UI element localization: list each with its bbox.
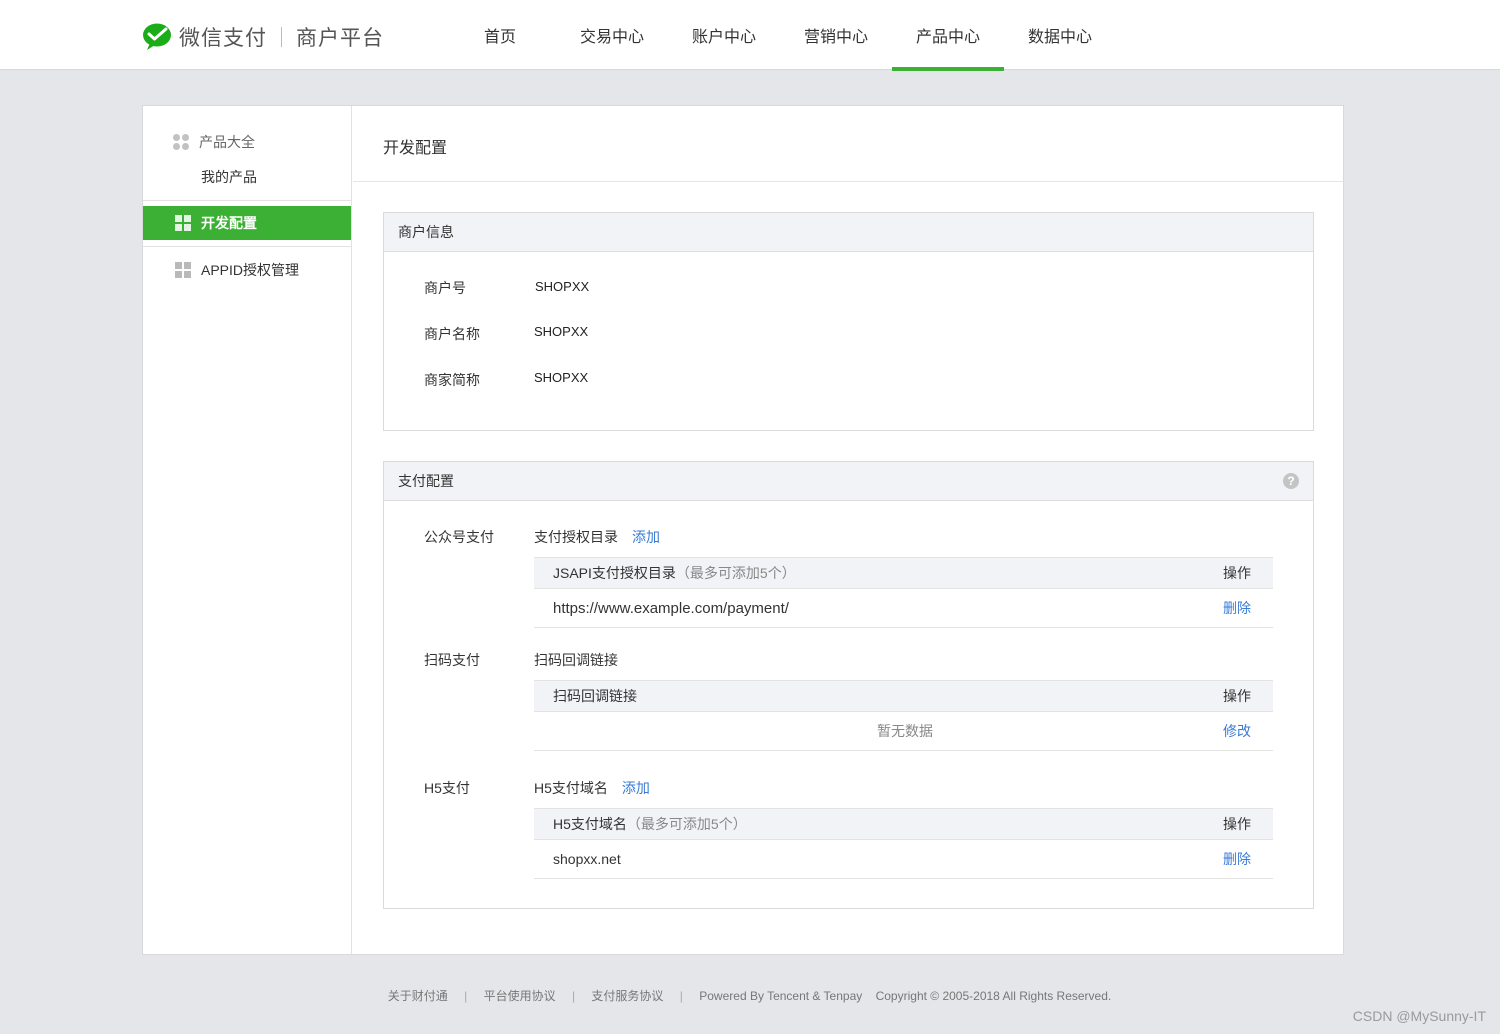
native-callback-table: 扫码回调链接 操作 暂无数据 修改 bbox=[534, 680, 1273, 751]
merchant-info-title: 商户信息 bbox=[398, 224, 454, 240]
sidebar-divider bbox=[143, 200, 351, 201]
nav-transactions[interactable]: 交易中心 bbox=[556, 0, 668, 70]
grid-icon bbox=[175, 262, 191, 278]
main-panel: 产品大全 我的产品 开发配置 APPID授权管理 开发配置 商户信息 商户号 S… bbox=[142, 105, 1344, 955]
sidebar-divider bbox=[143, 246, 351, 247]
table-head-label: JSAPI支付授权目录 bbox=[553, 565, 676, 581]
nav-account[interactable]: 账户中心 bbox=[668, 0, 780, 70]
sidebar: 产品大全 我的产品 开发配置 APPID授权管理 bbox=[143, 106, 352, 954]
merchant-id-label: 商户号 bbox=[424, 280, 466, 296]
footer-link-service-agreement[interactable]: 支付服务协议 bbox=[591, 989, 663, 1003]
pay-config-title: 支付配置 bbox=[398, 473, 454, 489]
sidebar-group-products[interactable]: 产品大全 bbox=[173, 132, 255, 152]
wechat-pay-logo[interactable]: 微信支付 商户平台 bbox=[142, 22, 384, 52]
pay-config-header: 支付配置 ? bbox=[384, 462, 1313, 501]
top-header: 微信支付 商户平台 首页 交易中心 账户中心 营销中心 产品中心 数据中心 bbox=[0, 0, 1500, 71]
table-head-cell: JSAPI支付授权目录（最多可添加5个） bbox=[553, 563, 1223, 583]
nav-products[interactable]: 产品中心 bbox=[892, 0, 1004, 71]
table-head-note: （最多可添加5个） bbox=[675, 565, 796, 581]
nav-marketing[interactable]: 营销中心 bbox=[780, 0, 892, 70]
h5-domain-value: shopxx.net bbox=[553, 851, 621, 867]
merchant-info-box: 商户信息 商户号 SHOPXX 商户名称 SHOPXX 商家简称 SHOPXX bbox=[383, 212, 1314, 431]
nav-home[interactable]: 首页 bbox=[444, 0, 556, 70]
footer-copyright: Copyright © 2005-2018 All Rights Reserve… bbox=[875, 989, 1112, 1003]
watermark: CSDN @MySunny-IT bbox=[1352, 1008, 1486, 1024]
sidebar-item-my-products[interactable]: 我的产品 bbox=[201, 167, 257, 187]
merchant-short-name-label: 商家简称 bbox=[424, 372, 480, 388]
brand-name: 微信支付 bbox=[179, 27, 267, 50]
merchant-info-header: 商户信息 bbox=[384, 213, 1313, 252]
table-row: 暂无数据 修改 bbox=[534, 712, 1273, 751]
grid-icon bbox=[175, 215, 191, 231]
footer: 关于财付通 | 平台使用协议 | 支付服务协议 | Powered By Ten… bbox=[0, 987, 1500, 1004]
jsapi-dir-table: JSAPI支付授权目录（最多可添加5个） 操作 https://www.exam… bbox=[534, 557, 1273, 628]
footer-link-about[interactable]: 关于财付通 bbox=[388, 989, 448, 1003]
footer-separator: | bbox=[679, 989, 683, 1003]
merchant-short-name-value: SHOPXX bbox=[534, 370, 589, 385]
footer-separator: | bbox=[464, 989, 468, 1003]
sidebar-item-dev-config[interactable]: 开发配置 bbox=[143, 206, 351, 240]
jsapi-add-link[interactable]: 添加 bbox=[632, 529, 660, 545]
nav-data[interactable]: 数据中心 bbox=[1004, 0, 1116, 70]
sidebar-item-label: APPID授权管理 bbox=[201, 262, 300, 278]
table-header: H5支付域名（最多可添加5个） 操作 bbox=[534, 808, 1273, 840]
table-head-label: 扫码回调链接 bbox=[553, 688, 637, 704]
op-header: 操作 bbox=[1223, 688, 1251, 704]
op-header: 操作 bbox=[1223, 816, 1251, 832]
logo-divider bbox=[281, 27, 282, 47]
platform-name: 商户平台 bbox=[296, 27, 384, 50]
merchant-id-value: SHOPXX bbox=[535, 279, 590, 294]
h5-pay-label: H5支付 bbox=[424, 780, 470, 796]
title-divider bbox=[353, 181, 1343, 182]
table-header: 扫码回调链接 操作 bbox=[534, 680, 1273, 712]
footer-powered: Powered By Tencent & Tenpay bbox=[699, 989, 863, 1003]
table-row: shopxx.net 删除 bbox=[534, 840, 1273, 879]
delete-link[interactable]: 删除 bbox=[1223, 849, 1251, 869]
merchant-name-label: 商户名称 bbox=[424, 326, 480, 342]
h5-domain-table: H5支付域名（最多可添加5个） 操作 shopxx.net 删除 bbox=[534, 808, 1273, 879]
table-header: JSAPI支付授权目录（最多可添加5个） 操作 bbox=[534, 557, 1273, 589]
pay-config-box: 支付配置 ? 公众号支付 支付授权目录 添加 JSAPI支付授权目录（最多可添加5… bbox=[383, 461, 1314, 909]
sidebar-item-label: 开发配置 bbox=[201, 215, 257, 231]
h5-add-link[interactable]: 添加 bbox=[622, 780, 650, 796]
h5-pay-title-row: H5支付域名 添加 bbox=[534, 778, 650, 798]
jsapi-pay-label: 公众号支付 bbox=[424, 529, 494, 545]
delete-link[interactable]: 删除 bbox=[1223, 598, 1251, 618]
jsapi-dir-value: https://www.example.com/payment/ bbox=[553, 599, 789, 617]
edit-link[interactable]: 修改 bbox=[1223, 721, 1251, 741]
sidebar-group-label: 产品大全 bbox=[199, 134, 255, 150]
main-nav: 首页 交易中心 账户中心 营销中心 产品中心 数据中心 bbox=[444, 0, 1116, 71]
op-header: 操作 bbox=[1223, 565, 1251, 581]
jsapi-dir-title: 支付授权目录 bbox=[534, 529, 618, 545]
sidebar-item-appid-auth[interactable]: APPID授权管理 bbox=[143, 253, 351, 287]
table-row: https://www.example.com/payment/ 删除 bbox=[534, 589, 1273, 628]
h5-domain-title: H5支付域名 bbox=[534, 780, 608, 796]
native-callback-title: 扫码回调链接 bbox=[534, 652, 618, 668]
content-area: 开发配置 商户信息 商户号 SHOPXX 商户名称 SHOPXX 商家简称 SH… bbox=[353, 106, 1343, 954]
table-head-note: （最多可添加5个） bbox=[626, 816, 747, 832]
footer-separator: | bbox=[571, 989, 576, 1003]
merchant-name-value: SHOPXX bbox=[534, 324, 589, 339]
page-title: 开发配置 bbox=[383, 140, 448, 157]
footer-link-platform-agreement[interactable]: 平台使用协议 bbox=[484, 989, 556, 1003]
apps-icon bbox=[173, 134, 189, 150]
jsapi-pay-title-row: 支付授权目录 添加 bbox=[534, 527, 660, 547]
table-head-label: H5支付域名 bbox=[553, 816, 627, 832]
empty-data-text: 暂无数据 bbox=[877, 723, 933, 739]
help-icon[interactable]: ? bbox=[1283, 473, 1299, 489]
native-pay-label: 扫码支付 bbox=[424, 652, 480, 668]
table-head-cell: H5支付域名（最多可添加5个） bbox=[553, 814, 1223, 834]
wechat-pay-logo-icon bbox=[143, 23, 171, 50]
